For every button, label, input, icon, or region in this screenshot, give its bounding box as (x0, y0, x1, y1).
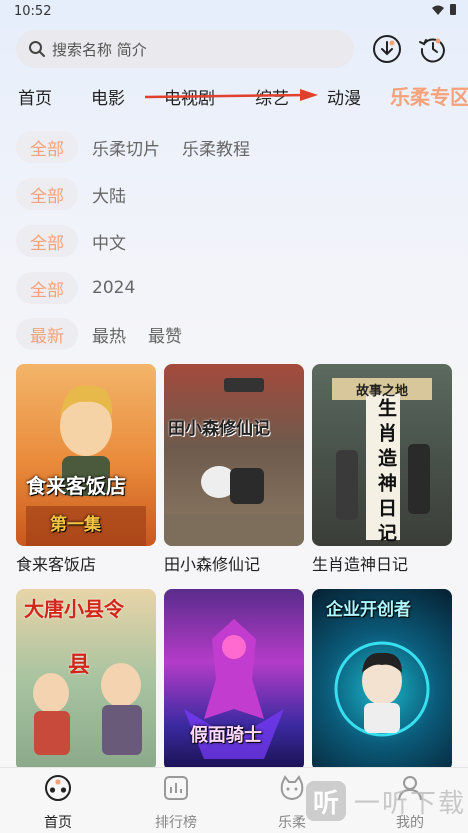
video-card[interactable]: 食来客饭店 第一集 食来客饭店 (16, 364, 156, 575)
cat-face-icon (280, 775, 304, 801)
video-title: 食来客饭店 (16, 555, 97, 574)
watermark-logo: 听 (306, 781, 346, 821)
filter-option[interactable]: 2024 (92, 278, 135, 298)
poster-title: 大唐小县令 (24, 597, 124, 621)
filter-row-language: 全部 中文 (16, 225, 148, 257)
annotation-arrow (144, 89, 318, 101)
video-card[interactable]: 故事之地 生肖造神日记 生肖造神日记 (312, 364, 452, 575)
poster-subtitle: 县 (68, 653, 91, 678)
filter-chip-all[interactable]: 全部 (16, 131, 78, 163)
filter-chip-all[interactable]: 全部 (16, 178, 78, 210)
chart-icon (164, 776, 188, 800)
filter-option[interactable]: 最热 (92, 322, 126, 347)
filter-option[interactable]: 乐柔切片 (92, 135, 160, 160)
nav-ranking[interactable]: 排行榜 (136, 774, 216, 832)
poster-title: 食来客饭店 (26, 474, 126, 498)
search-input[interactable]: 搜索名称 简介 (16, 30, 354, 68)
filter-option[interactable]: 乐柔教程 (182, 135, 250, 160)
filter-chip-all[interactable]: 全部 (16, 272, 78, 304)
search-icon (29, 41, 45, 57)
tab-lerou-zone[interactable]: 乐柔专区 (390, 81, 468, 110)
video-poster[interactable]: 食来客饭店 第一集 (16, 364, 156, 546)
filter-row-type: 全部 乐柔切片 乐柔教程 (16, 131, 272, 163)
filter-option[interactable]: 大陆 (92, 182, 126, 207)
filter-option[interactable]: 中文 (92, 229, 126, 254)
watermark-text: 一听下载 (354, 788, 467, 819)
poster-title: 假面骑士 (190, 725, 262, 746)
search-placeholder: 搜索名称 简介 (52, 40, 147, 59)
video-card[interactable]: 企业开创者 (312, 589, 452, 776)
tab-home[interactable]: 首页 (18, 84, 52, 109)
filter-chip-latest[interactable]: 最新 (16, 318, 78, 350)
video-poster[interactable]: 企业开创者 (312, 589, 452, 771)
status-icons (432, 4, 456, 15)
cartoon-cultivation-image (164, 378, 304, 546)
video-poster[interactable]: 故事之地 生肖造神日记 (312, 364, 452, 546)
download-icon[interactable] (372, 34, 402, 64)
video-title: 生肖造神日记 (312, 555, 409, 574)
poster-title: 企业开创者 (326, 600, 411, 620)
wifi-icon (432, 5, 444, 15)
video-card[interactable]: 大唐小县令 县 (16, 589, 156, 776)
watermark: 听 一听下载 (306, 776, 468, 826)
poster-title: 生肖造神日记 (375, 398, 397, 546)
status-time: 10:52 (14, 4, 52, 19)
filter-option[interactable]: 最赞 (148, 322, 182, 347)
tab-movie[interactable]: 电影 (91, 84, 125, 109)
filter-row-region: 全部 大陆 (16, 178, 148, 210)
filter-row-year: 全部 2024 (16, 272, 157, 304)
nav-label: 首页 (44, 815, 72, 831)
video-title: 田小森修仙记 (164, 555, 261, 574)
poster-episode: 第一集 (50, 515, 101, 535)
poster-banner: 故事之地 (356, 384, 409, 399)
nav-home[interactable]: 首页 (18, 774, 98, 832)
video-card[interactable]: 田小森修仙记 田小森修仙记 (164, 364, 304, 575)
poster-title: 田小森修仙记 (168, 419, 270, 439)
film-reel-icon (45, 775, 71, 801)
filter-row-sort: 最新 最热 最赞 (16, 318, 204, 350)
video-poster[interactable]: 假面骑士 (164, 589, 304, 771)
nav-label: 排行榜 (155, 815, 197, 831)
tab-anime[interactable]: 动漫 (327, 84, 361, 109)
status-bar: 10:52 (0, 0, 468, 24)
video-poster[interactable]: 田小森修仙记 (164, 364, 304, 546)
video-card[interactable]: 假面骑士 (164, 589, 304, 776)
history-icon[interactable] (418, 34, 448, 64)
video-poster[interactable]: 大唐小县令 县 (16, 589, 156, 771)
filter-chip-all[interactable]: 全部 (16, 225, 78, 257)
battery-icon (450, 4, 456, 15)
